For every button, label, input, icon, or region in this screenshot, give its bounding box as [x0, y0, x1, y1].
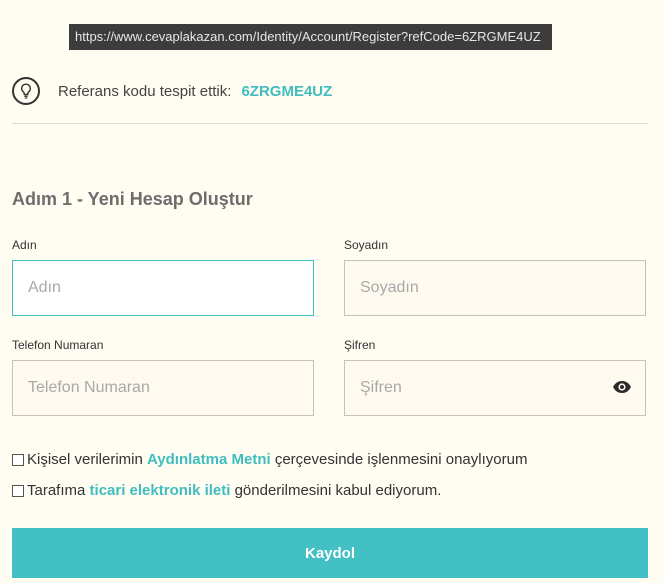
- referral-code: 6ZRGME4UZ: [241, 82, 333, 100]
- eye-icon[interactable]: [612, 377, 632, 397]
- last-name-input[interactable]: [344, 260, 646, 316]
- password-label: Şifren: [344, 338, 376, 352]
- privacy-notice-link[interactable]: Aydınlatma Metni: [147, 451, 271, 468]
- password-input[interactable]: [344, 360, 646, 416]
- first-name-label: Adın: [12, 238, 37, 252]
- kvkk-checkbox[interactable]: [12, 453, 24, 466]
- marketing-checkbox[interactable]: [12, 484, 24, 497]
- last-name-label: Soyadın: [344, 238, 389, 252]
- phone-label: Telefon Numaran: [12, 338, 104, 352]
- kvkk-text-after: çerçevesinde işlenmesini onaylıyorum: [270, 451, 528, 468]
- kvkk-text-before: Kişisel verilerimin: [27, 451, 148, 468]
- register-button[interactable]: Kaydol: [12, 528, 648, 578]
- marketing-text-before: Tarafıma: [27, 482, 90, 499]
- lightbulb-icon: [12, 77, 40, 105]
- marketing-text-after: gönderilmesini kabul ediyorum.: [230, 482, 442, 499]
- marketing-consent: Tarafıma ticari elektronik ileti gönderi…: [12, 482, 441, 499]
- page-title: Adım 1 - Yeni Hesap Oluştur: [12, 189, 253, 209]
- commercial-message-link[interactable]: ticari elektronik ileti: [90, 482, 231, 499]
- phone-input[interactable]: [12, 360, 314, 416]
- divider: [12, 123, 648, 124]
- referral-notice: Referans kodu tespit ettik: 6ZRGME4UZ: [12, 76, 332, 106]
- url-tooltip: https://www.cevaplakazan.com/Identity/Ac…: [69, 24, 552, 50]
- kvkk-consent: Kişisel verilerimin Aydınlatma Metni çer…: [12, 451, 527, 468]
- referral-label: Referans kodu tespit ettik:: [58, 82, 232, 100]
- first-name-input[interactable]: [12, 260, 314, 316]
